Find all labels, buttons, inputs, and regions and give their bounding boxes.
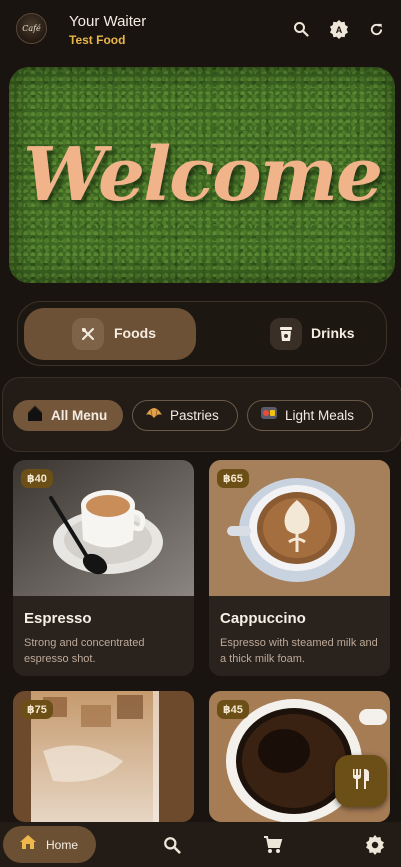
- app-header: Café Your Waiter Test Food A: [0, 0, 401, 62]
- tab-drinks-label: Drinks: [311, 325, 355, 341]
- search-icon: [164, 837, 181, 854]
- price-badge: ฿45: [217, 700, 249, 719]
- nav-home[interactable]: Home: [3, 826, 96, 863]
- cup-icon: [270, 318, 302, 350]
- product-description: Strong and concentrated espresso shot.: [24, 637, 145, 665]
- bento-icon: [260, 405, 278, 426]
- chip-pastries[interactable]: Pastries: [132, 400, 238, 431]
- tab-drinks[interactable]: Drinks: [250, 308, 380, 360]
- refresh-icon[interactable]: [366, 19, 386, 39]
- product-name: Espresso: [24, 610, 92, 627]
- cart-icon: [264, 836, 283, 853]
- home-icon: [19, 834, 37, 855]
- chip-light-meals[interactable]: Light Meals: [247, 400, 373, 431]
- welcome-banner: Welcome: [9, 67, 395, 283]
- product-card-cappuccino[interactable]: ฿65 Cappuccino Espresso with steamed mil…: [209, 460, 390, 676]
- language-icon[interactable]: A: [329, 19, 349, 39]
- nav-cart[interactable]: [262, 834, 284, 856]
- house-icon: [26, 404, 44, 427]
- price-badge: ฿75: [21, 700, 53, 719]
- nav-search[interactable]: [161, 834, 183, 856]
- logo-text: Café: [22, 24, 41, 33]
- settings-icon: [366, 835, 384, 855]
- product-description: Espresso with steamed milk and a thick m…: [220, 637, 378, 665]
- price-badge: ฿40: [21, 469, 53, 488]
- menu-fab-button[interactable]: [335, 755, 387, 807]
- chip-all-menu[interactable]: All Menu: [13, 400, 123, 431]
- svg-text:A: A: [336, 25, 343, 35]
- croissant-icon: [145, 405, 163, 426]
- product-name: Cappuccino: [220, 610, 306, 627]
- product-card-iced-latte[interactable]: ฿75: [13, 691, 194, 822]
- chip-label: All Menu: [51, 408, 108, 423]
- category-toggle: Foods Drinks: [17, 301, 387, 366]
- utensils-icon: [72, 318, 104, 350]
- price-badge: ฿65: [217, 469, 249, 488]
- tab-foods-label: Foods: [114, 325, 156, 341]
- fork-knife-icon: [349, 767, 373, 796]
- bottom-navigation: Home: [0, 822, 401, 867]
- app-title: Your Waiter: [69, 13, 147, 30]
- nav-home-label: Home: [46, 837, 79, 852]
- chip-label: Light Meals: [285, 408, 355, 423]
- chip-label: Pastries: [170, 408, 219, 423]
- nav-settings[interactable]: [364, 834, 386, 856]
- search-icon[interactable]: [291, 19, 311, 39]
- cafe-logo: Café: [16, 13, 47, 44]
- tab-foods[interactable]: Foods: [24, 308, 196, 360]
- menu-filter-panel: All Menu Pastries Light Meals: [2, 377, 401, 452]
- welcome-text: Welcome: [22, 132, 383, 218]
- restaurant-name: Test Food: [69, 33, 126, 47]
- product-card-espresso[interactable]: ฿40 Espresso Strong and concentrated esp…: [13, 460, 194, 676]
